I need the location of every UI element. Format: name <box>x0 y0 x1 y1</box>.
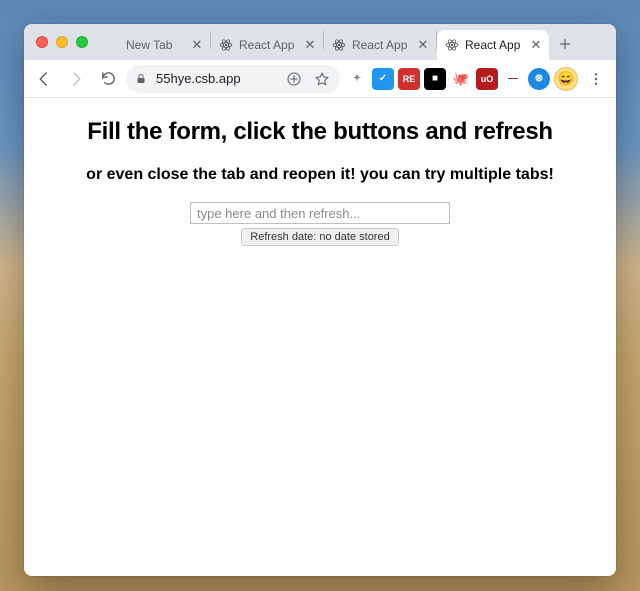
demo-text-input[interactable] <box>190 202 450 224</box>
forward-button[interactable] <box>62 65 90 93</box>
extension-icon[interactable]: ⊗ <box>528 68 550 90</box>
react-icon <box>332 38 346 52</box>
close-tab-icon[interactable]: ✕ <box>190 38 204 52</box>
extension-icon[interactable]: ■ <box>424 68 446 90</box>
bookmark-icon[interactable] <box>312 69 332 89</box>
page-subheading: or even close the tab and reopen it! you… <box>38 166 602 184</box>
browser-window: New Tab ✕ React App ✕ React App ✕ <box>24 24 616 576</box>
tab-strip: New Tab ✕ React App ✕ React App ✕ <box>24 24 616 60</box>
browser-menu-icon[interactable] <box>582 65 610 93</box>
extension-icon[interactable]: uO <box>476 68 498 90</box>
page-heading: Fill the form, click the buttons and ref… <box>38 118 602 146</box>
close-tab-icon[interactable]: ✕ <box>303 38 317 52</box>
react-icon <box>445 38 459 52</box>
url-text: 55hye.csb.app <box>156 71 276 86</box>
profile-avatar[interactable]: 😄 <box>554 67 578 91</box>
page-content: Fill the form, click the buttons and ref… <box>24 98 616 576</box>
close-tab-icon[interactable]: ✕ <box>416 38 430 52</box>
minimize-window-button[interactable] <box>56 36 68 48</box>
install-app-icon[interactable] <box>284 69 304 89</box>
address-bar[interactable]: 55hye.csb.app <box>126 65 340 93</box>
tabs-container: New Tab ✕ React App ✕ React App ✕ <box>94 24 616 60</box>
browser-toolbar: 55hye.csb.app ✦ ✓ RE ■ 🐙 uO — ⊗ 😄 <box>24 60 616 98</box>
extension-icon[interactable]: ✦ <box>346 68 368 90</box>
close-window-button[interactable] <box>36 36 48 48</box>
tab-label: New Tab <box>126 38 184 52</box>
tab-react-app-1[interactable]: React App ✕ <box>211 30 323 60</box>
demo-form: Refresh date: no date stored <box>38 202 602 246</box>
lock-icon <box>134 72 148 86</box>
reload-button[interactable] <box>94 65 122 93</box>
tab-label: React App <box>465 38 523 52</box>
refresh-date-button[interactable]: Refresh date: no date stored <box>241 228 398 246</box>
extension-icon[interactable]: 🐙 <box>450 68 472 90</box>
maximize-window-button[interactable] <box>76 36 88 48</box>
window-controls <box>32 24 94 60</box>
react-icon <box>219 38 233 52</box>
tab-label: React App <box>239 38 297 52</box>
extension-icon[interactable]: ✓ <box>372 68 394 90</box>
new-tab-button[interactable] <box>551 30 579 58</box>
extension-icon[interactable]: — <box>502 68 524 90</box>
tab-label: React App <box>352 38 410 52</box>
close-tab-icon[interactable]: ✕ <box>529 38 543 52</box>
extensions-row: ✦ ✓ RE ■ 🐙 uO — ⊗ <box>344 68 550 90</box>
tab-react-app-2[interactable]: React App ✕ <box>324 30 436 60</box>
favicon-placeholder <box>106 38 120 52</box>
back-button[interactable] <box>30 65 58 93</box>
tab-new-tab[interactable]: New Tab ✕ <box>98 30 210 60</box>
tab-react-app-active[interactable]: React App ✕ <box>437 30 549 60</box>
extension-icon[interactable]: RE <box>398 68 420 90</box>
